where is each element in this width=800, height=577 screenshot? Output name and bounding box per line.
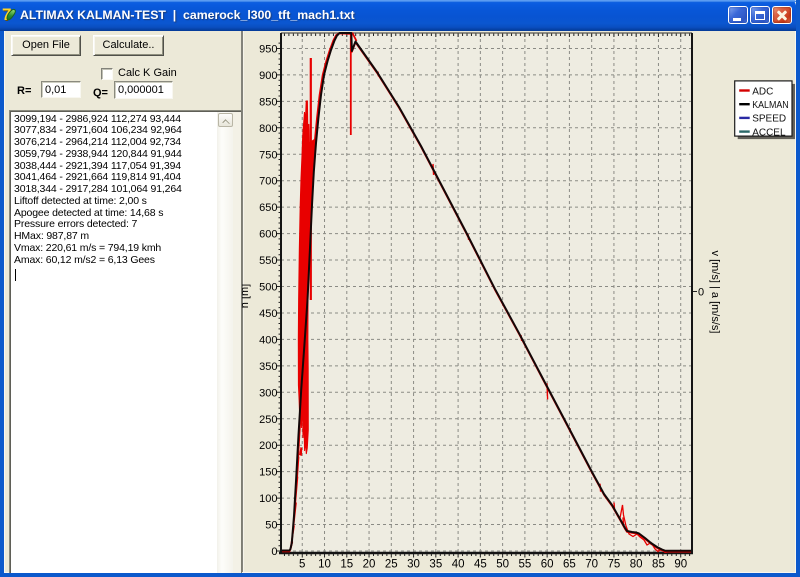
svg-text:200: 200 xyxy=(259,440,277,452)
svg-text:20: 20 xyxy=(363,559,376,571)
svg-text:ACCEL: ACCEL xyxy=(752,127,786,138)
svg-text:0: 0 xyxy=(698,287,704,299)
svg-text:550: 550 xyxy=(259,255,277,267)
svg-text:80: 80 xyxy=(630,559,643,571)
svg-text:70: 70 xyxy=(585,559,598,571)
svg-text:400: 400 xyxy=(259,334,277,346)
svg-text:750: 750 xyxy=(259,149,277,161)
svg-text:0: 0 xyxy=(271,546,277,558)
svg-text:5: 5 xyxy=(299,559,305,571)
svg-text:100: 100 xyxy=(259,493,277,505)
svg-text:950: 950 xyxy=(259,43,277,55)
svg-text:50: 50 xyxy=(265,520,277,532)
svg-text:500: 500 xyxy=(259,282,277,294)
svg-text:450: 450 xyxy=(259,308,277,320)
svg-text:300: 300 xyxy=(259,387,277,399)
svg-text:700: 700 xyxy=(259,176,277,188)
svg-text:350: 350 xyxy=(259,361,277,373)
svg-text:40: 40 xyxy=(452,559,465,571)
svg-text:85: 85 xyxy=(652,559,665,571)
svg-text:850: 850 xyxy=(259,96,277,108)
svg-text:55: 55 xyxy=(518,559,531,571)
svg-text:45: 45 xyxy=(474,559,487,571)
svg-text:h [m]: h [m] xyxy=(242,284,251,308)
svg-text:35: 35 xyxy=(429,559,442,571)
svg-text:ADC: ADC xyxy=(752,86,773,97)
svg-text:v [m/s] | a [m/s/s]: v [m/s] | a [m/s/s] xyxy=(709,251,721,334)
svg-text:75: 75 xyxy=(608,559,621,571)
svg-text:30: 30 xyxy=(407,559,420,571)
svg-text:800: 800 xyxy=(259,123,277,135)
svg-text:10: 10 xyxy=(318,559,331,571)
svg-text:SPEED: SPEED xyxy=(752,114,786,125)
svg-text:150: 150 xyxy=(259,467,277,479)
svg-text:15: 15 xyxy=(340,559,353,571)
svg-text:60: 60 xyxy=(541,559,554,571)
svg-text:650: 650 xyxy=(259,202,277,214)
svg-text:25: 25 xyxy=(385,559,398,571)
svg-text:90: 90 xyxy=(674,559,687,571)
svg-text:65: 65 xyxy=(563,559,576,571)
svg-text:250: 250 xyxy=(259,414,277,426)
svg-text:900: 900 xyxy=(259,70,277,82)
svg-text:KALMAN: KALMAN xyxy=(752,100,789,111)
svg-text:600: 600 xyxy=(259,229,277,241)
svg-text:50: 50 xyxy=(496,559,509,571)
